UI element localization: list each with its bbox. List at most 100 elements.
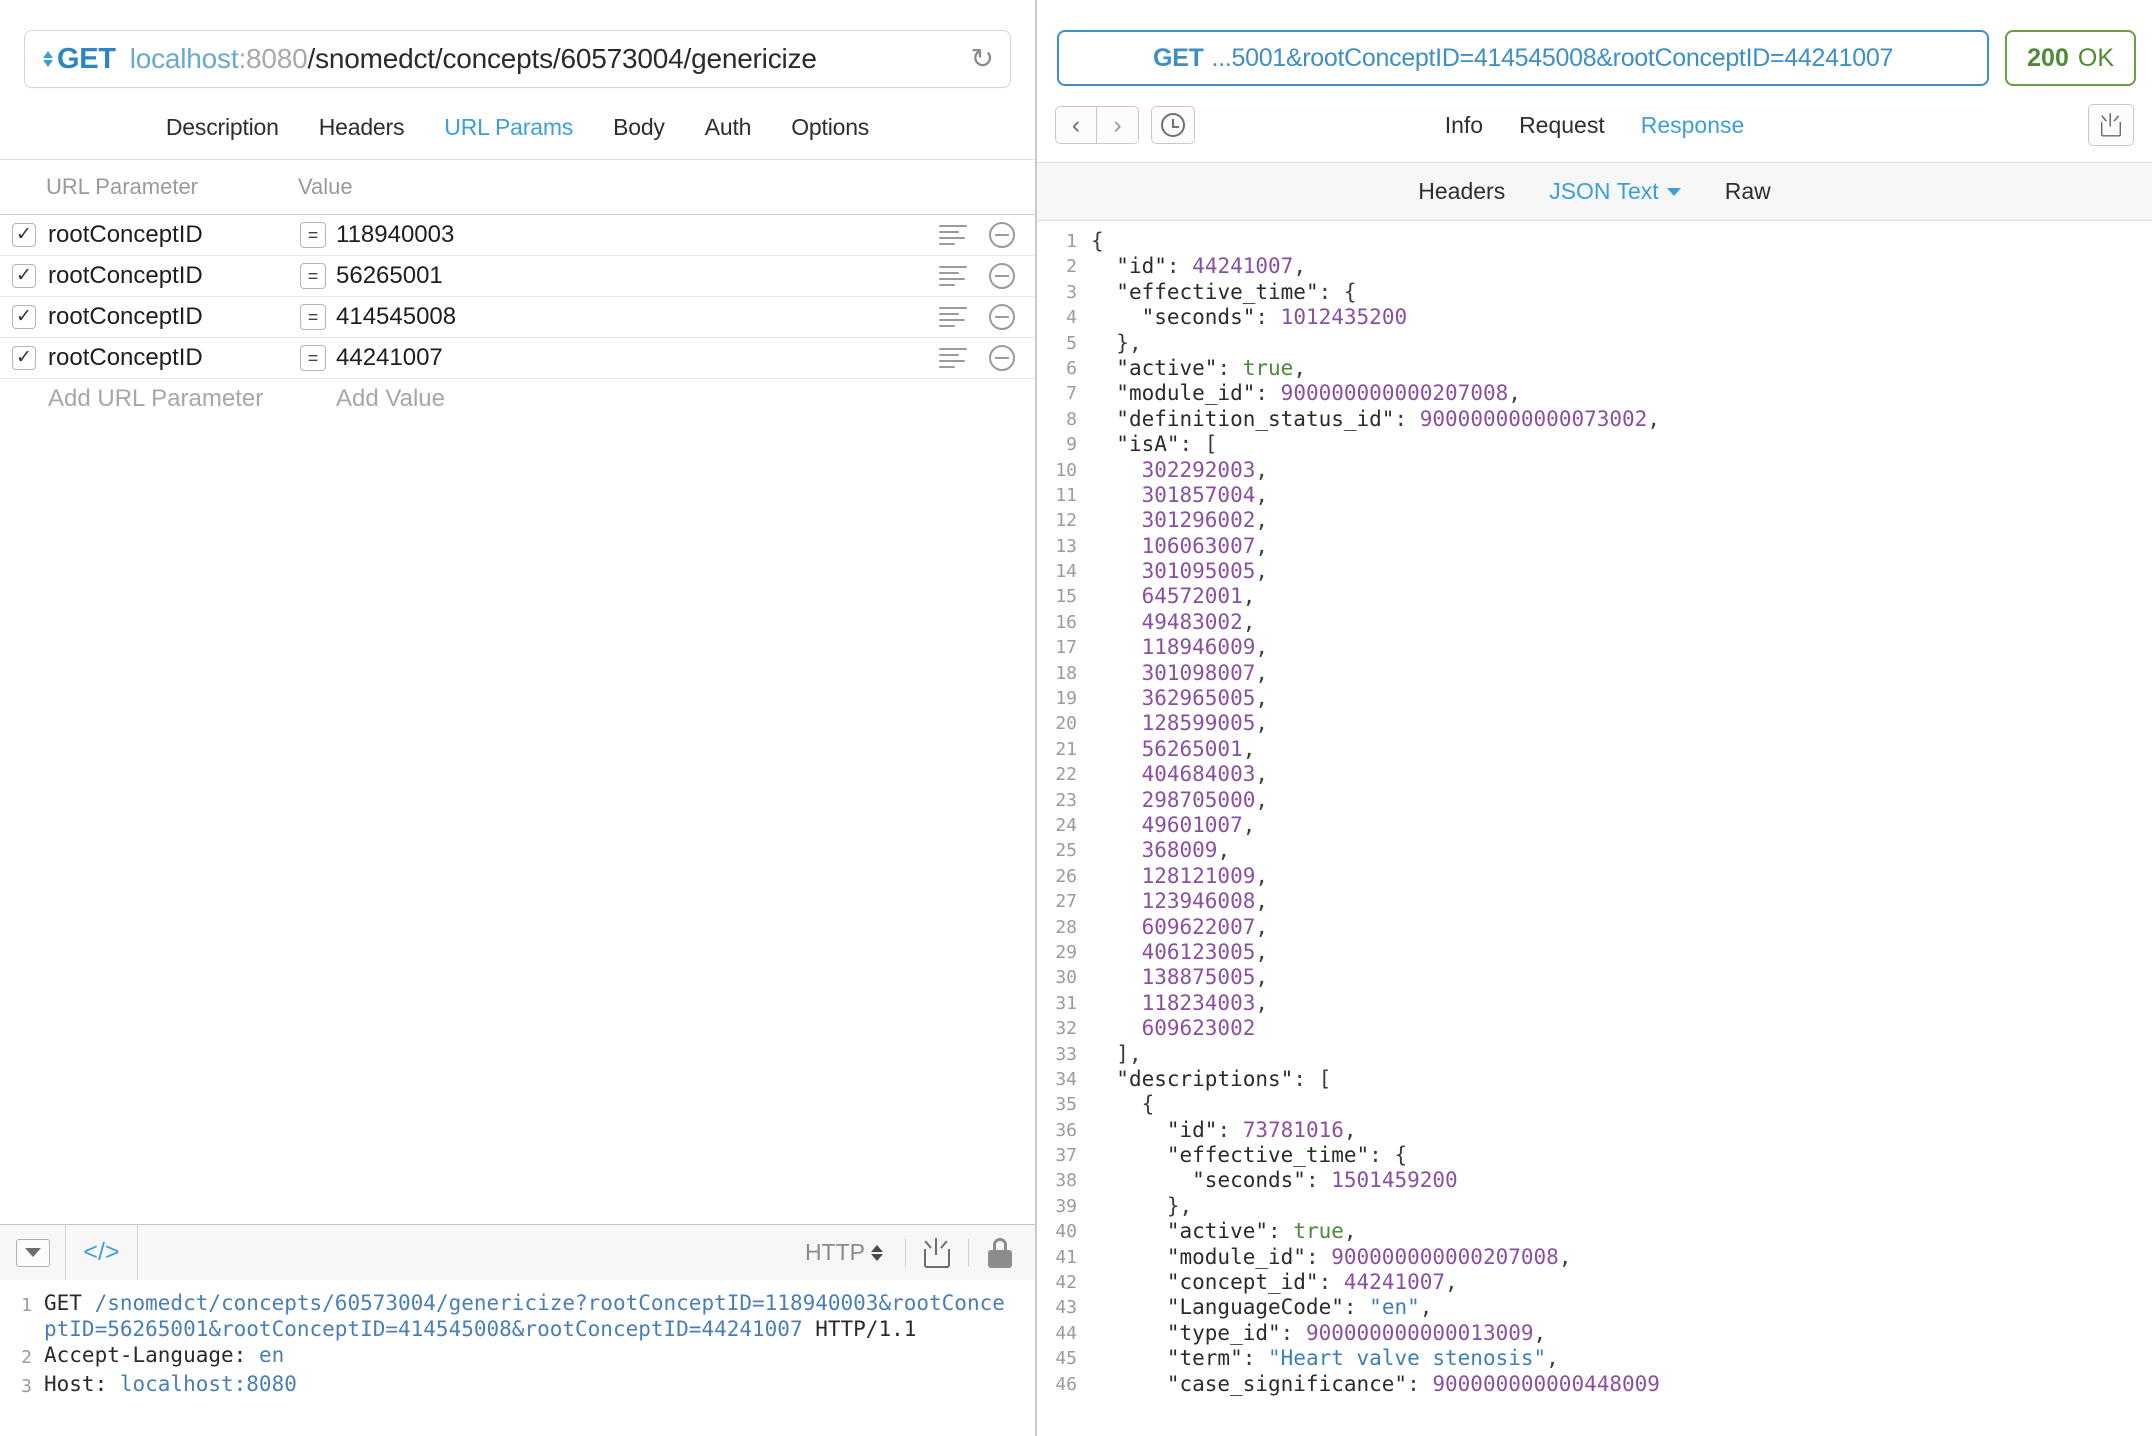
tab-headers[interactable]: Headers: [319, 114, 405, 141]
json-line: 20 128599005,: [1037, 711, 2152, 736]
list-lines-icon[interactable]: [939, 266, 967, 286]
back-button[interactable]: ‹: [1055, 106, 1097, 144]
json-line: 7 "module_id": 900000000000207008,: [1037, 381, 2152, 406]
list-lines-icon[interactable]: [939, 225, 967, 245]
json-line: 44 "type_id": 900000000000013009,: [1037, 1321, 2152, 1346]
json-line-text: "seconds": 1501459200: [1091, 1168, 1458, 1193]
subtab-json-text[interactable]: JSON Text: [1549, 178, 1681, 205]
subtab-json-text-label: JSON Text: [1549, 178, 1659, 205]
json-line-text: 301296002,: [1091, 508, 1268, 533]
tab-request[interactable]: Request: [1519, 112, 1605, 139]
line-number: 3: [0, 1371, 44, 1400]
param-name[interactable]: rootConceptID: [48, 262, 300, 290]
tab-info[interactable]: Info: [1445, 112, 1483, 139]
table-row[interactable]: ✓ rootConceptID = 118940003: [0, 214, 1035, 255]
http-method-label[interactable]: GET: [57, 43, 116, 76]
source-line: 1 GET /snomedct/concepts/60573004/generi…: [0, 1290, 1035, 1342]
protocol-selector[interactable]: HTTP: [805, 1239, 887, 1266]
param-name[interactable]: rootConceptID: [48, 221, 300, 249]
share-icon[interactable]: [924, 1238, 950, 1268]
source-text: Host: localhost:8080: [44, 1371, 315, 1400]
json-line: 8 "definition_status_id": 90000000000007…: [1037, 407, 2152, 432]
json-line-text: 64572001,: [1091, 584, 1255, 609]
tab-options[interactable]: Options: [791, 114, 869, 141]
tab-response[interactable]: Response: [1641, 112, 1745, 139]
equals-icon[interactable]: =: [300, 304, 326, 330]
row-checkbox[interactable]: ✓: [12, 264, 36, 288]
lock-icon[interactable]: [987, 1238, 1013, 1268]
remove-row-icon[interactable]: [989, 345, 1015, 371]
row-checkbox[interactable]: ✓: [12, 305, 36, 329]
json-line-text: 301098007,: [1091, 661, 1268, 686]
json-response-body[interactable]: 1{2 "id": 44241007,3 "effective_time": {…: [1037, 221, 2152, 1436]
subtab-headers[interactable]: Headers: [1418, 178, 1505, 205]
remove-row-icon[interactable]: [989, 222, 1015, 248]
method-stepper-icon[interactable]: [43, 51, 53, 67]
param-value[interactable]: 414545008: [336, 303, 939, 331]
line-number: 39: [1037, 1194, 1091, 1219]
line-number: 32: [1037, 1016, 1091, 1041]
table-row[interactable]: ✓ rootConceptID = 56265001: [0, 255, 1035, 296]
line-number: 9: [1037, 432, 1091, 457]
line-number: 15: [1037, 584, 1091, 609]
json-line-text: 368009,: [1091, 838, 1230, 863]
add-param-name-input[interactable]: Add URL Parameter: [48, 385, 300, 413]
line-number: 6: [1037, 356, 1091, 381]
remove-row-icon[interactable]: [989, 304, 1015, 330]
param-value[interactable]: 118940003: [336, 221, 939, 249]
tab-url-params[interactable]: URL Params: [444, 114, 573, 141]
history-button[interactable]: [1151, 106, 1195, 144]
json-line: 25 368009,: [1037, 838, 2152, 863]
chevron-updown-icon[interactable]: [871, 1245, 883, 1261]
list-lines-icon[interactable]: [939, 348, 967, 368]
row-checkbox[interactable]: ✓: [12, 223, 36, 247]
request-panel: GET localhost:8080/snomedct/concepts/605…: [0, 0, 1037, 1436]
subtab-raw[interactable]: Raw: [1725, 178, 1771, 205]
table-row[interactable]: ✓ rootConceptID = 44241007: [0, 337, 1035, 378]
row-checkbox[interactable]: ✓: [12, 346, 36, 370]
table-row[interactable]: ✓ rootConceptID = 414545008: [0, 296, 1035, 337]
code-view-icon[interactable]: </>: [66, 1225, 138, 1281]
json-line-text: "effective_time": {: [1091, 280, 1357, 305]
response-header: GET...5001&rootConceptID=414545008&rootC…: [1037, 0, 2152, 86]
forward-button[interactable]: ›: [1097, 106, 1139, 144]
json-line: 17 118946009,: [1037, 635, 2152, 660]
json-line: 33 ],: [1037, 1042, 2152, 1067]
triangle-down-icon[interactable]: [16, 1239, 50, 1267]
line-number: 5: [1037, 331, 1091, 356]
equals-icon[interactable]: =: [300, 222, 326, 248]
param-value[interactable]: 44241007: [336, 344, 939, 372]
tab-body[interactable]: Body: [613, 114, 665, 141]
divider: [905, 1239, 906, 1267]
tab-description[interactable]: Description: [166, 114, 279, 141]
chevron-down-icon[interactable]: [1667, 188, 1681, 196]
add-param-row[interactable]: Add URL Parameter Add Value: [0, 378, 1035, 419]
url-port: :8080: [238, 43, 307, 74]
equals-icon[interactable]: =: [300, 345, 326, 371]
export-button[interactable]: [2088, 104, 2134, 146]
json-line: 46 "case_significance": 9000000000004480…: [1037, 1372, 2152, 1397]
param-name[interactable]: rootConceptID: [48, 344, 300, 372]
json-line: 19 362965005,: [1037, 686, 2152, 711]
disclosure-button[interactable]: [0, 1225, 66, 1281]
tab-auth[interactable]: Auth: [705, 114, 752, 141]
url-bar-container: GET localhost:8080/snomedct/concepts/605…: [0, 0, 1035, 88]
param-name[interactable]: rootConceptID: [48, 303, 300, 331]
request-summary-pill[interactable]: GET...5001&rootConceptID=414545008&rootC…: [1057, 30, 1989, 86]
add-param-value-input[interactable]: Add Value: [336, 385, 1035, 413]
param-value[interactable]: 56265001: [336, 262, 939, 290]
reload-icon[interactable]: ↻: [961, 45, 994, 73]
equals-icon[interactable]: =: [300, 263, 326, 289]
divider: [968, 1239, 969, 1267]
remove-row-icon[interactable]: [989, 263, 1015, 289]
source-line: 3 Host: localhost:8080: [0, 1371, 1035, 1400]
list-lines-icon[interactable]: [939, 307, 967, 327]
line-number: 45: [1037, 1346, 1091, 1371]
json-line-text: 609623002: [1091, 1016, 1255, 1041]
json-line: 18 301098007,: [1037, 661, 2152, 686]
url-text[interactable]: localhost:8080/snomedct/concepts/6057300…: [130, 43, 817, 75]
line-number: 1: [0, 1290, 44, 1342]
status-code: 200: [2027, 44, 2069, 73]
url-bar[interactable]: GET localhost:8080/snomedct/concepts/605…: [24, 30, 1011, 88]
json-line-text: },: [1091, 1194, 1192, 1219]
